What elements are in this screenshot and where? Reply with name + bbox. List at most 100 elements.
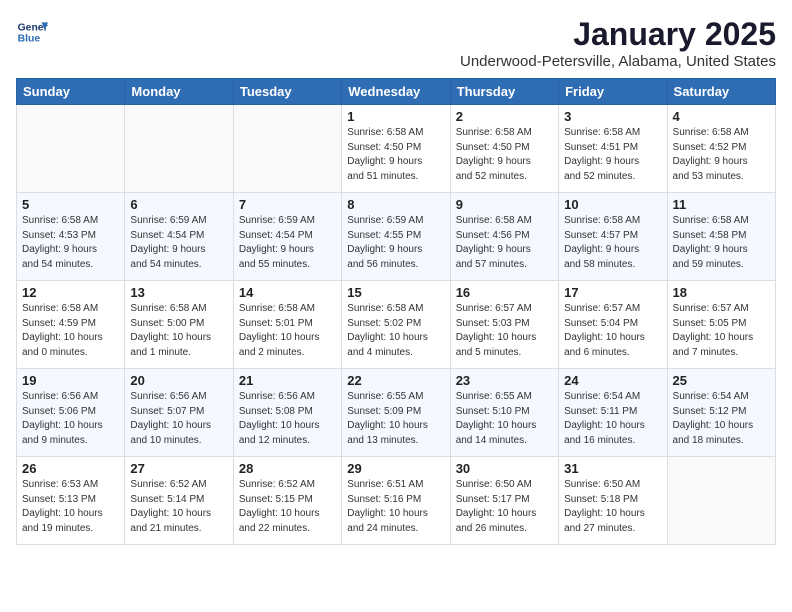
day-number: 22 — [347, 373, 444, 388]
day-info: Sunrise: 6:59 AM Sunset: 4:54 PM Dayligh… — [130, 214, 227, 272]
day-info: Sunrise: 6:54 AM Sunset: 5:11 PM Dayligh… — [564, 390, 661, 448]
day-number: 18 — [673, 285, 770, 300]
day-info: Sunrise: 6:52 AM Sunset: 5:15 PM Dayligh… — [239, 478, 336, 536]
calendar-cell: 16Sunrise: 6:57 AM Sunset: 5:03 PM Dayli… — [450, 281, 558, 369]
day-number: 3 — [564, 109, 661, 124]
calendar-cell: 27 Sunrise: 6:52 AM Sunset: 5:14 PM Dayli… — [125, 457, 233, 545]
calendar-cell: 24 Sunrise: 6:54 AM Sunset: 5:11 PM Dayli… — [559, 369, 667, 457]
calendar-cell — [233, 105, 341, 193]
day-info: Sunrise: 6:50 AM Sunset: 5:17 PM Dayligh… — [456, 478, 553, 536]
day-number: 21 — [239, 373, 336, 388]
day-number: 28 — [239, 461, 336, 476]
day-info: Sunrise: 6:54 AM Sunset: 5:12 PM Dayligh… — [673, 390, 770, 448]
calendar-cell: 9Sunrise: 6:58 AM Sunset: 4:56 PM Daylig… — [450, 193, 558, 281]
calendar-cell: 5 Sunrise: 6:58 AM Sunset: 4:53 PM Daylig… — [17, 193, 125, 281]
svg-text:Blue: Blue — [18, 34, 41, 45]
calendar-table: SundayMondayTuesdayWednesdayThursdayFrid… — [16, 78, 776, 545]
day-number: 30 — [456, 461, 553, 476]
week-row-2: 5 Sunrise: 6:58 AM Sunset: 4:53 PM Daylig… — [17, 193, 776, 281]
day-info: Sunrise: 6:57 AM Sunset: 5:04 PM Dayligh… — [564, 302, 661, 360]
day-info: Sunrise: 6:57 AM Sunset: 5:05 PM Dayligh… — [673, 302, 770, 360]
calendar-cell: 25Sunrise: 6:54 AM Sunset: 5:12 PM Dayli… — [667, 369, 775, 457]
weekday-header-saturday: Saturday — [667, 79, 775, 105]
day-number: 7 — [239, 197, 336, 212]
day-info: Sunrise: 6:58 AM Sunset: 4:50 PM Dayligh… — [456, 126, 553, 184]
day-info: Sunrise: 6:56 AM Sunset: 5:07 PM Dayligh… — [130, 390, 227, 448]
calendar-cell — [17, 105, 125, 193]
day-info: Sunrise: 6:58 AM Sunset: 5:01 PM Dayligh… — [239, 302, 336, 360]
title-section: January 2025 Underwood-Petersville, Alab… — [460, 16, 776, 70]
logo: General Blue — [16, 16, 48, 48]
day-number: 5 — [22, 197, 119, 212]
weekday-header-tuesday: Tuesday — [233, 79, 341, 105]
calendar-cell: 28 Sunrise: 6:52 AM Sunset: 5:15 PM Dayli… — [233, 457, 341, 545]
day-number: 26 — [22, 461, 119, 476]
page-header: General Blue January 2025 Underwood-Pete… — [16, 16, 776, 70]
calendar-cell: 14 Sunrise: 6:58 AM Sunset: 5:01 PM Dayli… — [233, 281, 341, 369]
day-info: Sunrise: 6:53 AM Sunset: 5:13 PM Dayligh… — [22, 478, 119, 536]
day-info: Sunrise: 6:58 AM Sunset: 4:52 PM Dayligh… — [673, 126, 770, 184]
calendar-cell: 3 Sunrise: 6:58 AM Sunset: 4:51 PM Daylig… — [559, 105, 667, 193]
day-number: 1 — [347, 109, 444, 124]
week-row-1: 1 Sunrise: 6:58 AM Sunset: 4:50 PM Daylig… — [17, 105, 776, 193]
day-info: Sunrise: 6:52 AM Sunset: 5:14 PM Dayligh… — [130, 478, 227, 536]
day-number: 14 — [239, 285, 336, 300]
week-row-5: 26 Sunrise: 6:53 AM Sunset: 5:13 PM Dayli… — [17, 457, 776, 545]
day-number: 19 — [22, 373, 119, 388]
calendar-cell: 15 Sunrise: 6:58 AM Sunset: 5:02 PM Dayli… — [342, 281, 450, 369]
calendar-cell — [667, 457, 775, 545]
calendar-cell: 23Sunrise: 6:55 AM Sunset: 5:10 PM Dayli… — [450, 369, 558, 457]
calendar-cell: 1 Sunrise: 6:58 AM Sunset: 4:50 PM Daylig… — [342, 105, 450, 193]
day-number: 29 — [347, 461, 444, 476]
day-number: 31 — [564, 461, 661, 476]
calendar-cell: 7 Sunrise: 6:59 AM Sunset: 4:54 PM Daylig… — [233, 193, 341, 281]
day-info: Sunrise: 6:58 AM Sunset: 4:50 PM Dayligh… — [347, 126, 444, 184]
weekday-header-monday: Monday — [125, 79, 233, 105]
day-info: Sunrise: 6:59 AM Sunset: 4:54 PM Dayligh… — [239, 214, 336, 272]
calendar-cell: 12Sunrise: 6:58 AM Sunset: 4:59 PM Dayli… — [17, 281, 125, 369]
day-number: 27 — [130, 461, 227, 476]
calendar-cell: 26 Sunrise: 6:53 AM Sunset: 5:13 PM Dayli… — [17, 457, 125, 545]
calendar-cell: 22 Sunrise: 6:55 AM Sunset: 5:09 PM Dayli… — [342, 369, 450, 457]
calendar-cell: 17 Sunrise: 6:57 AM Sunset: 5:04 PM Dayli… — [559, 281, 667, 369]
day-info: Sunrise: 6:58 AM Sunset: 5:02 PM Dayligh… — [347, 302, 444, 360]
day-info: Sunrise: 6:58 AM Sunset: 4:51 PM Dayligh… — [564, 126, 661, 184]
day-info: Sunrise: 6:58 AM Sunset: 4:58 PM Dayligh… — [673, 214, 770, 272]
weekday-header-wednesday: Wednesday — [342, 79, 450, 105]
day-number: 12 — [22, 285, 119, 300]
day-number: 24 — [564, 373, 661, 388]
calendar-cell: 30 Sunrise: 6:50 AM Sunset: 5:17 PM Dayli… — [450, 457, 558, 545]
calendar-cell: 8Sunrise: 6:59 AM Sunset: 4:55 PM Daylig… — [342, 193, 450, 281]
logo-icon: General Blue — [16, 16, 48, 48]
day-number: 4 — [673, 109, 770, 124]
calendar-cell: 18 Sunrise: 6:57 AM Sunset: 5:05 PM Dayli… — [667, 281, 775, 369]
weekday-header-row: SundayMondayTuesdayWednesdayThursdayFrid… — [17, 79, 776, 105]
day-number: 10 — [564, 197, 661, 212]
calendar-cell: 10 Sunrise: 6:58 AM Sunset: 4:57 PM Dayli… — [559, 193, 667, 281]
day-number: 17 — [564, 285, 661, 300]
day-number: 16 — [456, 285, 553, 300]
day-info: Sunrise: 6:50 AM Sunset: 5:18 PM Dayligh… — [564, 478, 661, 536]
calendar-cell: 2 Sunrise: 6:58 AM Sunset: 4:50 PM Daylig… — [450, 105, 558, 193]
day-info: Sunrise: 6:58 AM Sunset: 4:53 PM Dayligh… — [22, 214, 119, 272]
day-number: 23 — [456, 373, 553, 388]
day-number: 6 — [130, 197, 227, 212]
day-number: 9 — [456, 197, 553, 212]
day-number: 20 — [130, 373, 227, 388]
day-info: Sunrise: 6:58 AM Sunset: 5:00 PM Dayligh… — [130, 302, 227, 360]
day-info: Sunrise: 6:56 AM Sunset: 5:08 PM Dayligh… — [239, 390, 336, 448]
day-info: Sunrise: 6:59 AM Sunset: 4:55 PM Dayligh… — [347, 214, 444, 272]
weekday-header-thursday: Thursday — [450, 79, 558, 105]
day-info: Sunrise: 6:58 AM Sunset: 4:57 PM Dayligh… — [564, 214, 661, 272]
day-info: Sunrise: 6:51 AM Sunset: 5:16 PM Dayligh… — [347, 478, 444, 536]
calendar-cell — [125, 105, 233, 193]
day-info: Sunrise: 6:55 AM Sunset: 5:09 PM Dayligh… — [347, 390, 444, 448]
day-number: 15 — [347, 285, 444, 300]
weekday-header-sunday: Sunday — [17, 79, 125, 105]
calendar-cell: 11Sunrise: 6:58 AM Sunset: 4:58 PM Dayli… — [667, 193, 775, 281]
day-number: 2 — [456, 109, 553, 124]
week-row-4: 19Sunrise: 6:56 AM Sunset: 5:06 PM Dayli… — [17, 369, 776, 457]
calendar-cell: 31 Sunrise: 6:50 AM Sunset: 5:18 PM Dayli… — [559, 457, 667, 545]
calendar-cell: 21 Sunrise: 6:56 AM Sunset: 5:08 PM Dayli… — [233, 369, 341, 457]
calendar-cell: 4 Sunrise: 6:58 AM Sunset: 4:52 PM Daylig… — [667, 105, 775, 193]
